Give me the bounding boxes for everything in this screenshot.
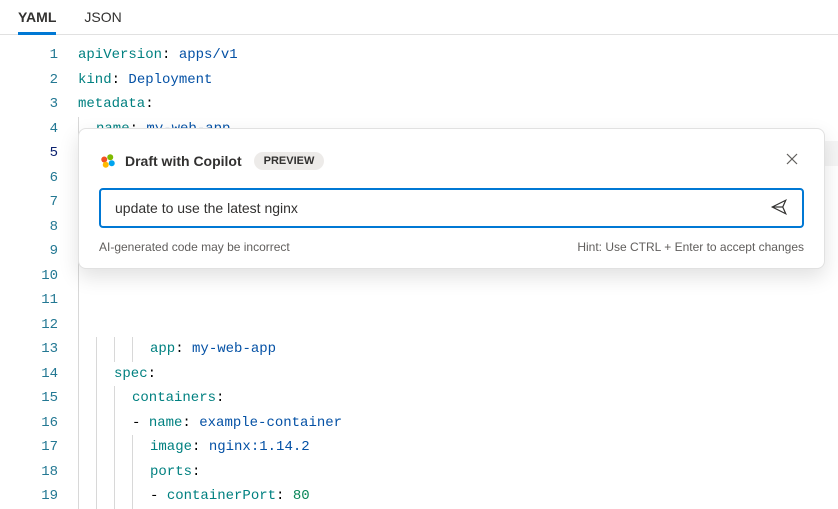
code-editor[interactable]: 1 2 3 4 5 6 7 8 9 10 11 12 13 14 15 16 1… (0, 35, 838, 507)
prompt-input[interactable] (115, 200, 766, 216)
line-number-gutter: 1 2 3 4 5 6 7 8 9 10 11 12 13 14 15 16 1… (0, 43, 78, 507)
popup-header: Draft with Copilot PREVIEW (99, 147, 804, 174)
close-button[interactable] (780, 147, 804, 174)
send-icon (770, 198, 788, 216)
ai-disclaimer: AI-generated code may be incorrect (99, 240, 290, 254)
close-icon (784, 151, 800, 167)
tab-yaml[interactable]: YAML (18, 1, 56, 35)
popup-footer: AI-generated code may be incorrect Hint:… (99, 240, 804, 254)
popup-title: Draft with Copilot (125, 153, 242, 169)
preview-badge: PREVIEW (254, 152, 325, 170)
accept-hint: Hint: Use CTRL + Enter to accept changes (577, 240, 804, 254)
copilot-popup: Draft with Copilot PREVIEW AI-generated … (78, 128, 825, 269)
tabbar: YAML JSON (0, 0, 838, 35)
tab-json[interactable]: JSON (84, 1, 121, 35)
prompt-input-wrap (99, 188, 804, 228)
send-button[interactable] (766, 194, 792, 223)
copilot-icon (99, 152, 117, 170)
code-content[interactable]: apiVersion: apps/v1 kind: Deployment met… (78, 43, 838, 507)
